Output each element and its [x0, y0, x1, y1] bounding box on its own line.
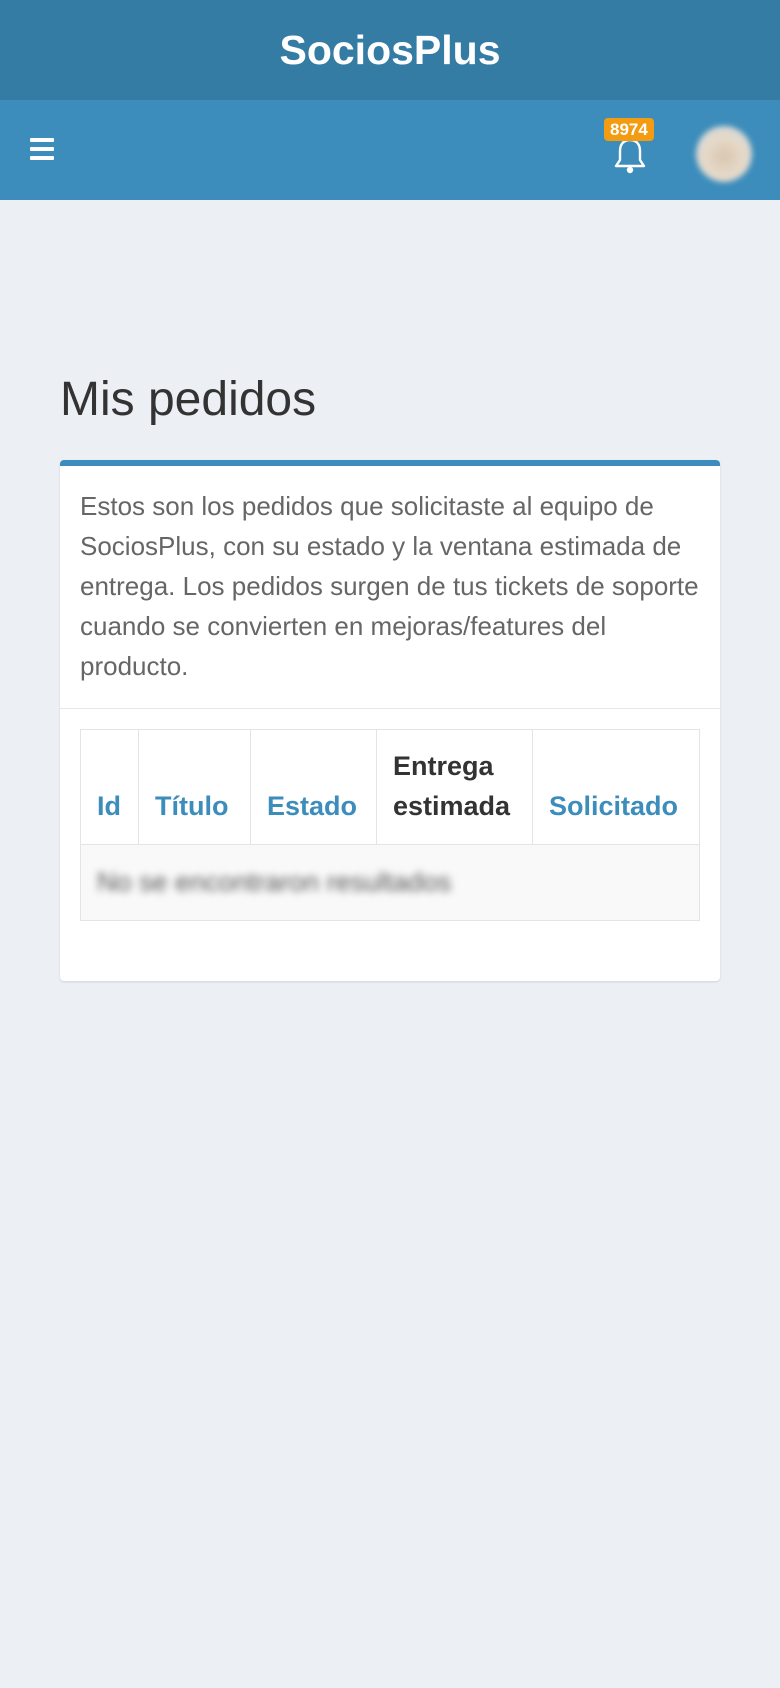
app-brand[interactable]: SociosPlus	[279, 27, 500, 74]
orders-box-body: Id Título Estado Entrega estimada Solici…	[60, 709, 720, 981]
column-header-requested[interactable]: Solicitado	[532, 729, 700, 845]
column-header-id[interactable]: Id	[80, 729, 139, 845]
orders-table: Id Título Estado Entrega estimada Solici…	[80, 729, 700, 921]
table-header-row: Id Título Estado Entrega estimada Solici…	[80, 729, 700, 845]
column-header-eta: Entrega estimada	[376, 729, 533, 845]
main-content: Mis pedidos Estos son los pedidos que so…	[0, 200, 780, 981]
page-title: Mis pedidos	[60, 373, 317, 426]
notification-count-badge: 8974	[604, 118, 654, 141]
empty-results-text: No se encontraron resultados	[97, 867, 452, 897]
orders-box: Estos son los pedidos que solicitaste al…	[60, 460, 720, 981]
empty-results-cell: No se encontraron resultados	[80, 844, 700, 921]
notifications-button[interactable]: 8974	[604, 118, 664, 178]
table-row: No se encontraron resultados	[80, 844, 700, 921]
column-header-title[interactable]: Título	[138, 729, 251, 845]
brand-bar: SociosPlus	[0, 0, 780, 100]
top-navbar: 8974	[0, 100, 780, 200]
avatar[interactable]	[696, 126, 752, 182]
orders-box-header: Estos son los pedidos que solicitaste al…	[60, 466, 720, 709]
orders-description: Estos son los pedidos que solicitaste al…	[80, 491, 699, 681]
column-header-status[interactable]: Estado	[250, 729, 377, 845]
bell-icon	[614, 138, 646, 174]
hamburger-icon[interactable]	[30, 138, 54, 160]
